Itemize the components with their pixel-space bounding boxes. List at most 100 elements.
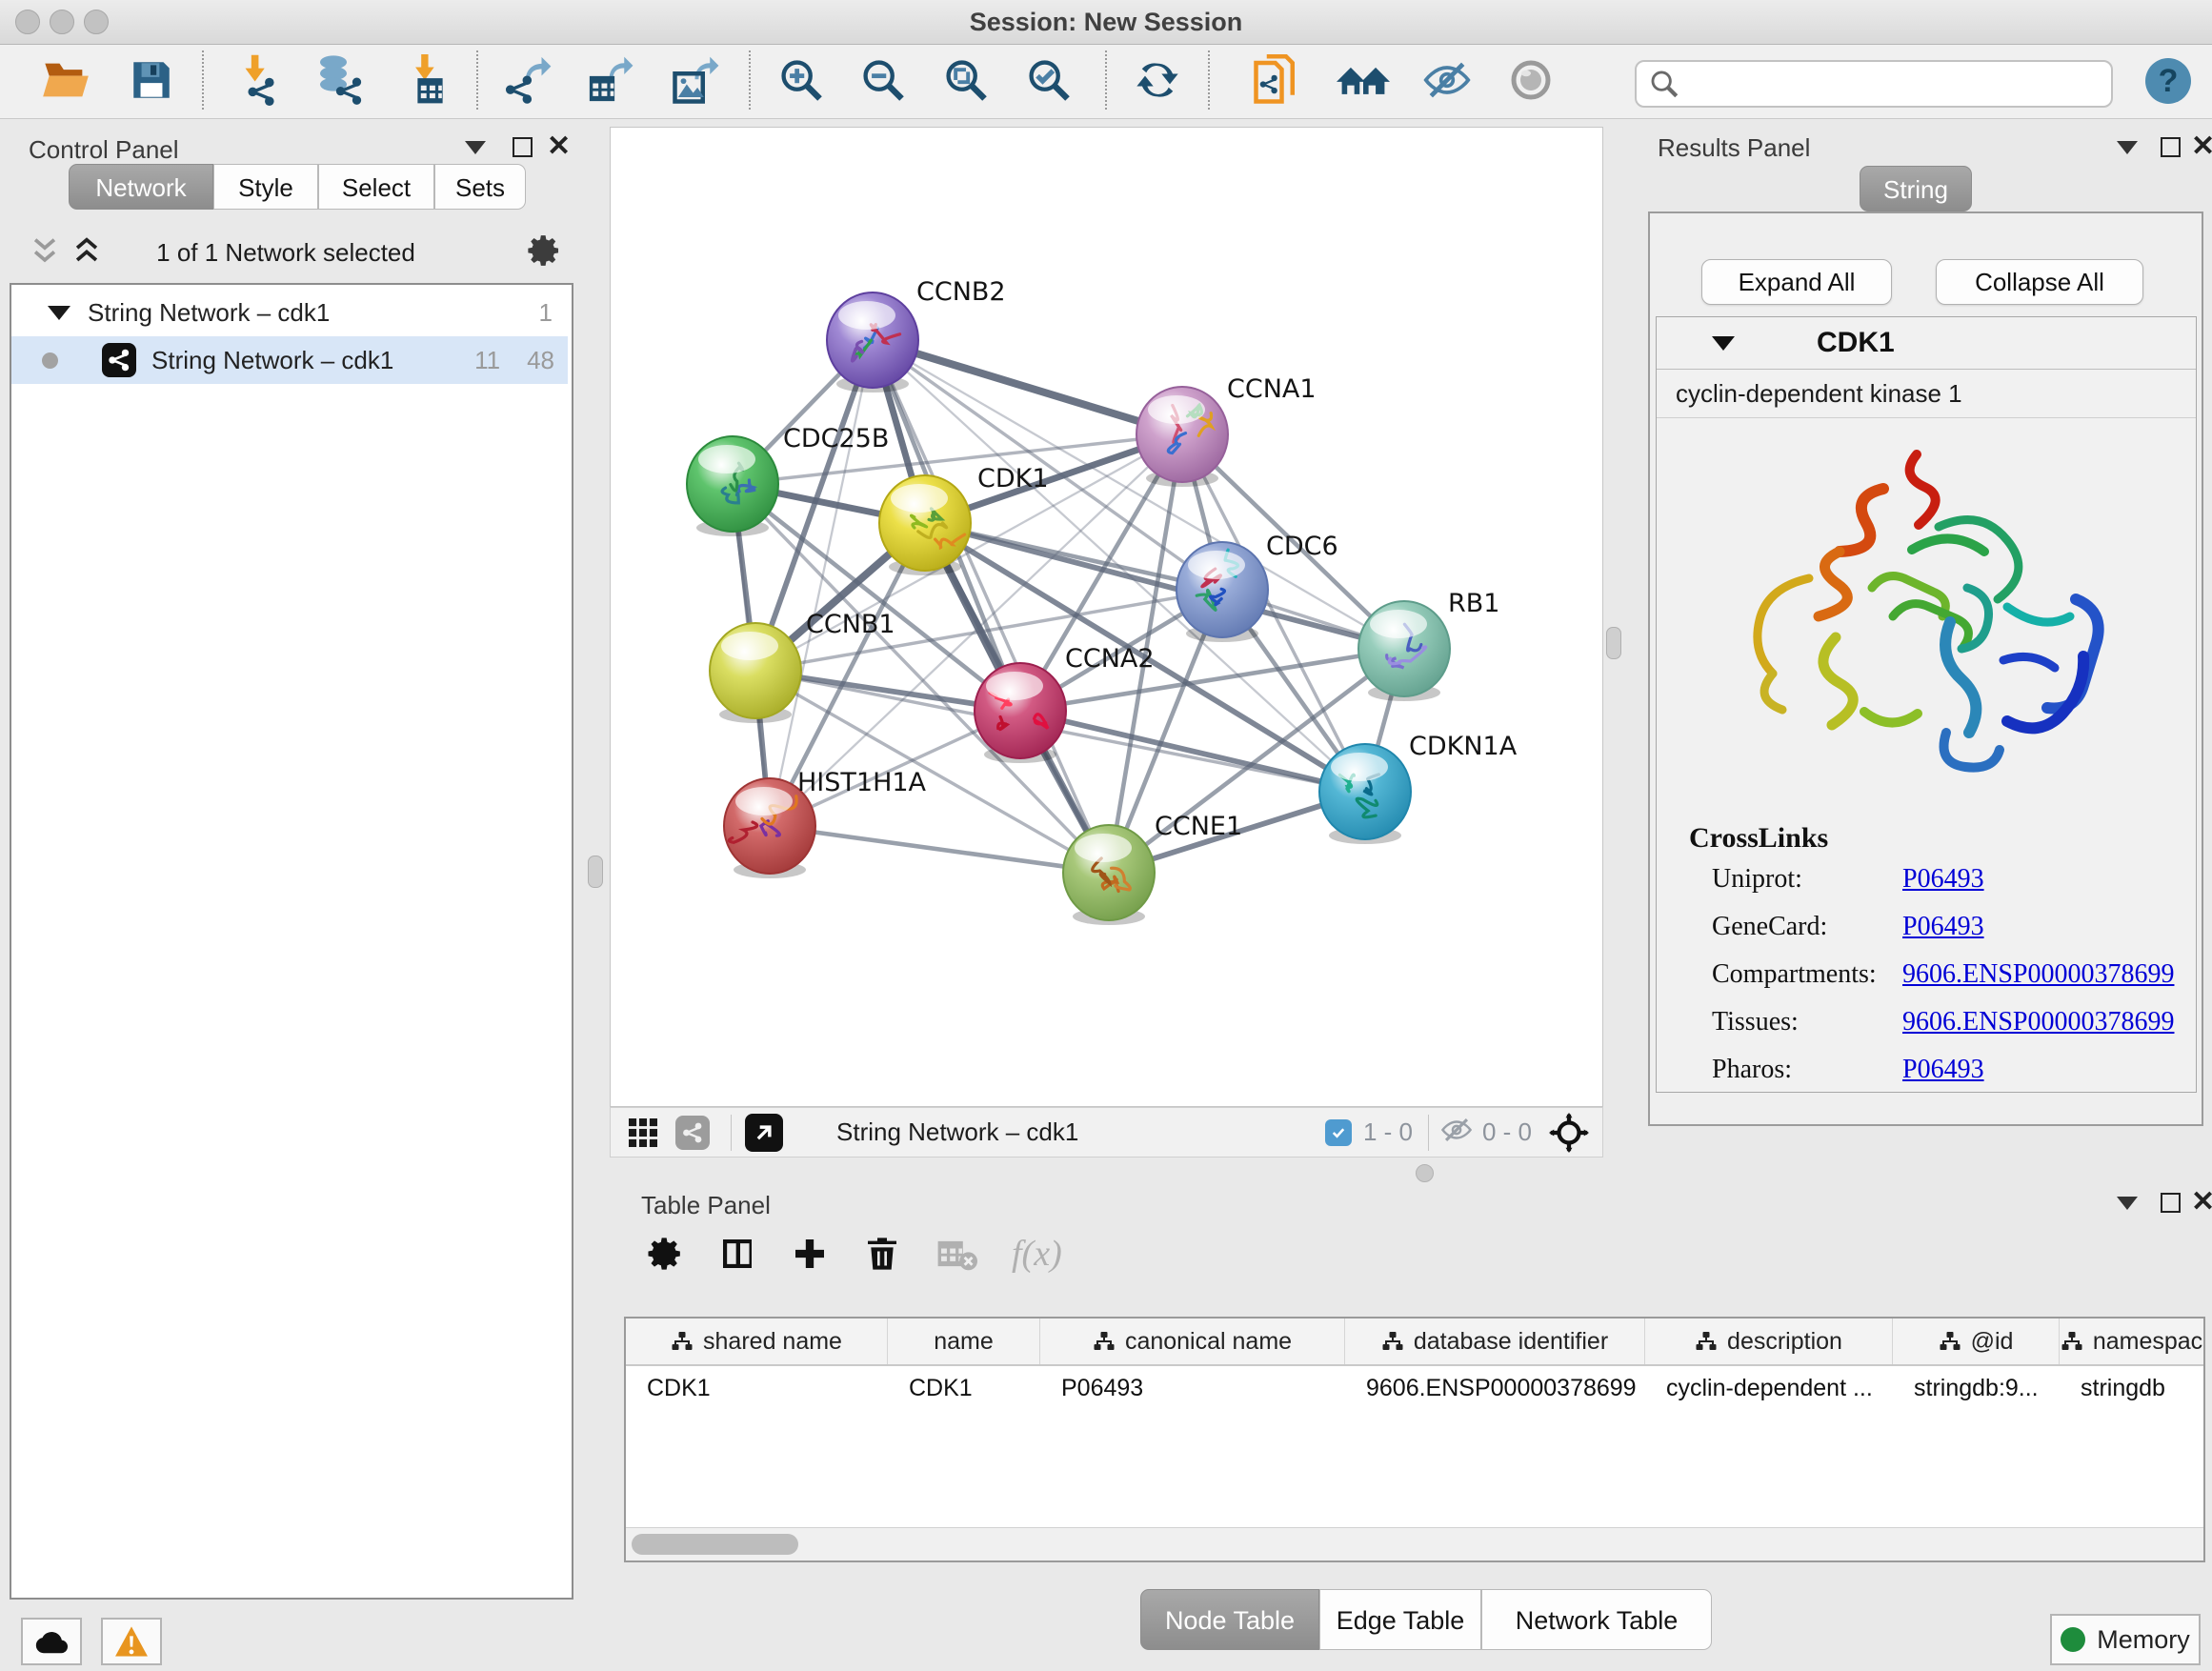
table-settings-button[interactable] [646, 1235, 684, 1273]
tab-style[interactable]: Style [213, 164, 318, 210]
control-panel-menu-arrow[interactable] [465, 141, 486, 154]
expand-all-networks-button[interactable] [70, 234, 103, 272]
node-detail-header[interactable]: CDK1 [1657, 317, 2196, 370]
left-splitter-handle[interactable] [588, 856, 603, 888]
node-CCNA1[interactable]: CCNA1 [1136, 374, 1317, 487]
houses-icon [1337, 56, 1390, 104]
cell-name[interactable]: CDK1 [888, 1366, 1040, 1410]
string-panel-toggle-button[interactable] [668, 1116, 717, 1150]
cell-id[interactable]: stringdb:9... [1893, 1366, 2060, 1410]
export-image-button[interactable] [669, 52, 724, 108]
hide-graphics-details-button[interactable] [1419, 52, 1475, 108]
show-columns-button[interactable] [718, 1235, 756, 1273]
import-network-file-button[interactable] [231, 52, 286, 108]
right-splitter-handle[interactable] [1606, 627, 1621, 659]
table-horizontal-scrollbar[interactable] [626, 1527, 2203, 1560]
tab-network[interactable]: Network [69, 164, 213, 210]
cell-description[interactable]: cyclin-dependent ... [1645, 1366, 1893, 1410]
control-panel-close-button[interactable]: ✕ [547, 130, 571, 163]
delete-column-button[interactable] [863, 1235, 901, 1273]
import-table-button[interactable] [398, 52, 453, 108]
section-collapse-arrow[interactable] [1712, 336, 1735, 351]
network-from-selection-button[interactable] [1250, 52, 1305, 108]
crosslink-value[interactable]: 9606.ENSP00000378699 [1902, 959, 2174, 990]
table-row[interactable]: CDK1 CDK1 P06493 9606.ENSP00000378699 cy… [626, 1366, 2203, 1410]
node-CDK1[interactable]: CDK1 [879, 464, 1049, 575]
results-panel-close-button[interactable]: ✕ [2191, 130, 2212, 163]
export-table-button[interactable] [583, 52, 638, 108]
delete-table-button-disabled [935, 1235, 977, 1273]
network-row-selected[interactable]: String Network – cdk1 11 48 [11, 336, 568, 384]
export-network-button[interactable] [501, 52, 556, 108]
show-graphics-details-button[interactable] [1336, 52, 1391, 108]
horizontal-splitter-handle[interactable] [1416, 1164, 1434, 1182]
column-header[interactable]: canonical name [1040, 1319, 1345, 1364]
hidden-elements-indicator[interactable]: 0 - 0 [1429, 1116, 1549, 1149]
help-button[interactable]: ? [2145, 58, 2191, 104]
edge-HIST1H1A-CCNE1[interactable] [770, 826, 1109, 873]
detach-view-button[interactable] [745, 1114, 783, 1152]
crosslink-value[interactable]: P06493 [1902, 912, 1984, 942]
eye-slash-icon [1422, 57, 1472, 103]
cloud-status-button[interactable] [21, 1618, 82, 1665]
network-view-canvas[interactable]: CCNB2CCNA1CDC25BCDK1CDC6RB1CCNB1CCNA2CDK… [610, 127, 1603, 1107]
cell-canonical-name[interactable]: P06493 [1040, 1366, 1345, 1410]
column-header[interactable]: name [888, 1319, 1040, 1364]
network-collection-row[interactable]: String Network – cdk1 1 [11, 289, 568, 336]
tab-edge-table[interactable]: Edge Table [1319, 1589, 1481, 1650]
tab-sets[interactable]: Sets [434, 164, 526, 210]
zoom-fit-button[interactable] [938, 52, 994, 108]
table-panel-float-button[interactable] [2161, 1193, 2181, 1213]
results-panel-float-button[interactable] [2161, 137, 2181, 157]
table-panel-close-button[interactable]: ✕ [2191, 1185, 2212, 1218]
zoom-out-button[interactable] [855, 52, 911, 108]
expand-all-button[interactable]: Expand All [1701, 259, 1892, 305]
search-field[interactable] [1635, 60, 2113, 108]
zoom-selected-button[interactable] [1021, 52, 1076, 108]
node-CDC25B[interactable]: CDC25B [687, 424, 889, 536]
cell-namespace[interactable]: stringdb [2060, 1366, 2203, 1410]
network-options-button[interactable] [526, 232, 562, 273]
column-header[interactable]: namespac [2060, 1319, 2203, 1364]
crosslink-value[interactable]: P06493 [1902, 864, 1984, 895]
save-session-button[interactable] [124, 52, 179, 108]
table-panel-menu-arrow[interactable] [2117, 1197, 2138, 1210]
tab-node-table[interactable]: Node Table [1140, 1589, 1319, 1650]
collapse-all-networks-button[interactable] [29, 234, 61, 272]
import-network-database-button[interactable] [312, 52, 368, 108]
tab-select[interactable]: Select [318, 164, 434, 210]
selected-nodes-indicator[interactable]: 1 - 0 [1325, 1117, 1428, 1147]
create-column-button[interactable] [791, 1235, 829, 1273]
tab-string[interactable]: String [1860, 166, 1972, 211]
results-panel-menu-arrow[interactable] [2117, 141, 2138, 154]
node-CDKN1A[interactable]: CDKN1A [1319, 732, 1518, 844]
fit-selected-button[interactable] [1549, 1113, 1589, 1153]
collection-expand-arrow[interactable] [48, 306, 70, 320]
cell-database-identifier[interactable]: 9606.ENSP00000378699 [1345, 1366, 1645, 1410]
edge-CCNB2-CCNA1[interactable] [873, 340, 1182, 434]
search-input[interactable] [1688, 64, 2111, 104]
zoom-in-button[interactable] [774, 52, 829, 108]
refresh-button[interactable] [1130, 52, 1185, 108]
crosslink-value[interactable]: 9606.ENSP00000378699 [1902, 1007, 2174, 1037]
column-header[interactable]: @id [1893, 1319, 2060, 1364]
memory-button[interactable]: Memory [2050, 1614, 2201, 1665]
open-session-button[interactable] [38, 52, 93, 108]
column-header[interactable]: description [1645, 1319, 1893, 1364]
collapse-all-button[interactable]: Collapse All [1936, 259, 2143, 305]
birdseye-view-button[interactable] [1503, 52, 1558, 108]
control-panel-float-button[interactable] [513, 137, 533, 157]
cell-shared-name[interactable]: CDK1 [626, 1366, 888, 1410]
edge-CCNA2-CDKN1A[interactable] [1020, 711, 1365, 792]
node-HIST1H1A[interactable]: HIST1H1A [724, 768, 927, 878]
network-view-statusbar: String Network – cdk1 1 - 0 0 - 0 [610, 1107, 1603, 1158]
node-CCNE1[interactable]: CCNE1 [1063, 812, 1242, 925]
node-RB1[interactable]: RB1 [1358, 589, 1499, 701]
column-header[interactable]: database identifier [1345, 1319, 1645, 1364]
scrollbar-thumb[interactable] [632, 1534, 798, 1555]
birdseye-toggle-button[interactable] [618, 1116, 668, 1150]
tab-network-table[interactable]: Network Table [1481, 1589, 1712, 1650]
column-header[interactable]: shared name [626, 1319, 888, 1364]
warnings-button[interactable] [101, 1618, 162, 1665]
crosslink-value[interactable]: P06493 [1902, 1055, 1984, 1085]
